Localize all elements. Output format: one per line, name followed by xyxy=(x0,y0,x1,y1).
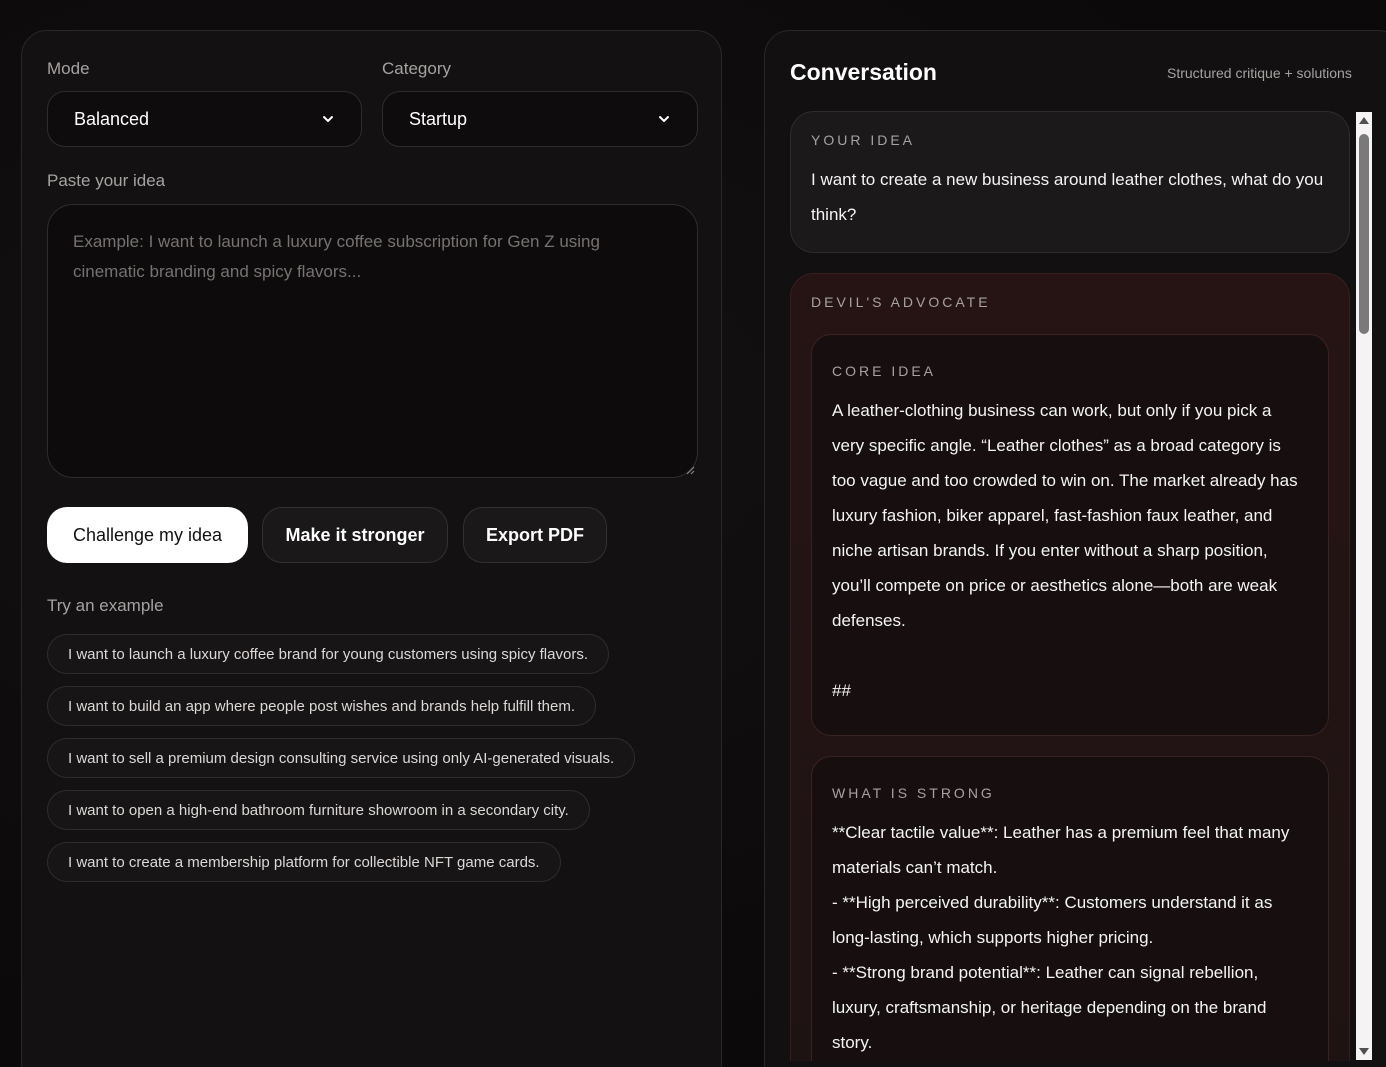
scrollbar-thumb[interactable] xyxy=(1359,134,1369,334)
example-chip[interactable]: I want to create a membership platform f… xyxy=(47,842,561,882)
challenge-button[interactable]: Challenge my idea xyxy=(47,507,248,563)
conversation-title: Conversation xyxy=(790,59,937,85)
mode-select-value: Balanced xyxy=(74,108,150,129)
resize-handle-icon[interactable] xyxy=(685,465,695,475)
category-label: Category xyxy=(382,59,451,78)
idea-label: Paste your idea xyxy=(47,171,166,190)
make-stronger-button[interactable]: Make it stronger xyxy=(262,507,448,563)
scroll-up-arrow-icon[interactable] xyxy=(1359,117,1369,124)
your-idea-text: I want to create a new business around l… xyxy=(811,170,1324,224)
chevron-down-icon xyxy=(323,116,333,122)
conversation-subtitle: Structured critique + solutions xyxy=(1167,65,1352,81)
core-idea-text: A leather-clothing business can work, bu… xyxy=(832,401,1298,630)
what-is-strong-section: WHAT IS STRONG **Clear tactile value**: … xyxy=(811,756,1329,1061)
devils-advocate-heading: DEVIL'S ADVOCATE xyxy=(811,294,991,310)
conversation-scrollbar[interactable] xyxy=(1356,112,1372,1060)
chevron-down-icon xyxy=(659,116,669,122)
conversation-scroll-area[interactable]: YOUR IDEA I want to create a new busines… xyxy=(790,111,1350,1061)
example-chip[interactable]: I want to sell a premium design consulti… xyxy=(47,738,636,778)
your-idea-card: YOUR IDEA I want to create a new busines… xyxy=(790,111,1350,253)
category-select-value: Startup xyxy=(409,108,468,129)
core-idea-trailing: ## xyxy=(832,681,851,700)
scroll-down-arrow-icon[interactable] xyxy=(1359,1048,1369,1055)
core-idea-section: CORE IDEA A leather-clothing business ca… xyxy=(811,334,1329,736)
input-panel: Mode Category Balanced Startup Paste you… xyxy=(21,30,722,1067)
strength-point: **Clear tactile value**: Leather has a p… xyxy=(832,823,1290,877)
devils-advocate-card: DEVIL'S ADVOCATE CORE IDEA A leather-clo… xyxy=(790,273,1350,1061)
example-chip[interactable]: I want to open a high-end bathroom furni… xyxy=(47,790,590,830)
what-is-strong-heading: WHAT IS STRONG xyxy=(832,785,995,801)
example-chip[interactable]: I want to build an app where people post… xyxy=(47,686,596,726)
core-idea-heading: CORE IDEA xyxy=(832,363,937,379)
your-idea-heading: YOUR IDEA xyxy=(811,132,916,148)
mode-select[interactable]: Balanced xyxy=(47,91,362,147)
category-select[interactable]: Startup xyxy=(382,91,698,147)
strength-point: - **Strong brand potential**: Leather ca… xyxy=(832,963,1267,1052)
conversation-panel: Conversation Structured critique + solut… xyxy=(764,30,1386,1067)
app-page: Mode Category Balanced Startup Paste you… xyxy=(0,0,1386,1067)
mode-label: Mode xyxy=(47,59,90,78)
examples-label: Try an example xyxy=(47,596,164,615)
example-chip[interactable]: I want to launch a luxury coffee brand f… xyxy=(47,634,609,674)
export-pdf-button[interactable]: Export PDF xyxy=(463,507,607,563)
strength-point: - **High perceived durability**: Custome… xyxy=(832,893,1273,947)
idea-placeholder: Example: I want to launch a luxury coffe… xyxy=(73,232,600,281)
idea-textarea[interactable]: Example: I want to launch a luxury coffe… xyxy=(47,204,698,478)
